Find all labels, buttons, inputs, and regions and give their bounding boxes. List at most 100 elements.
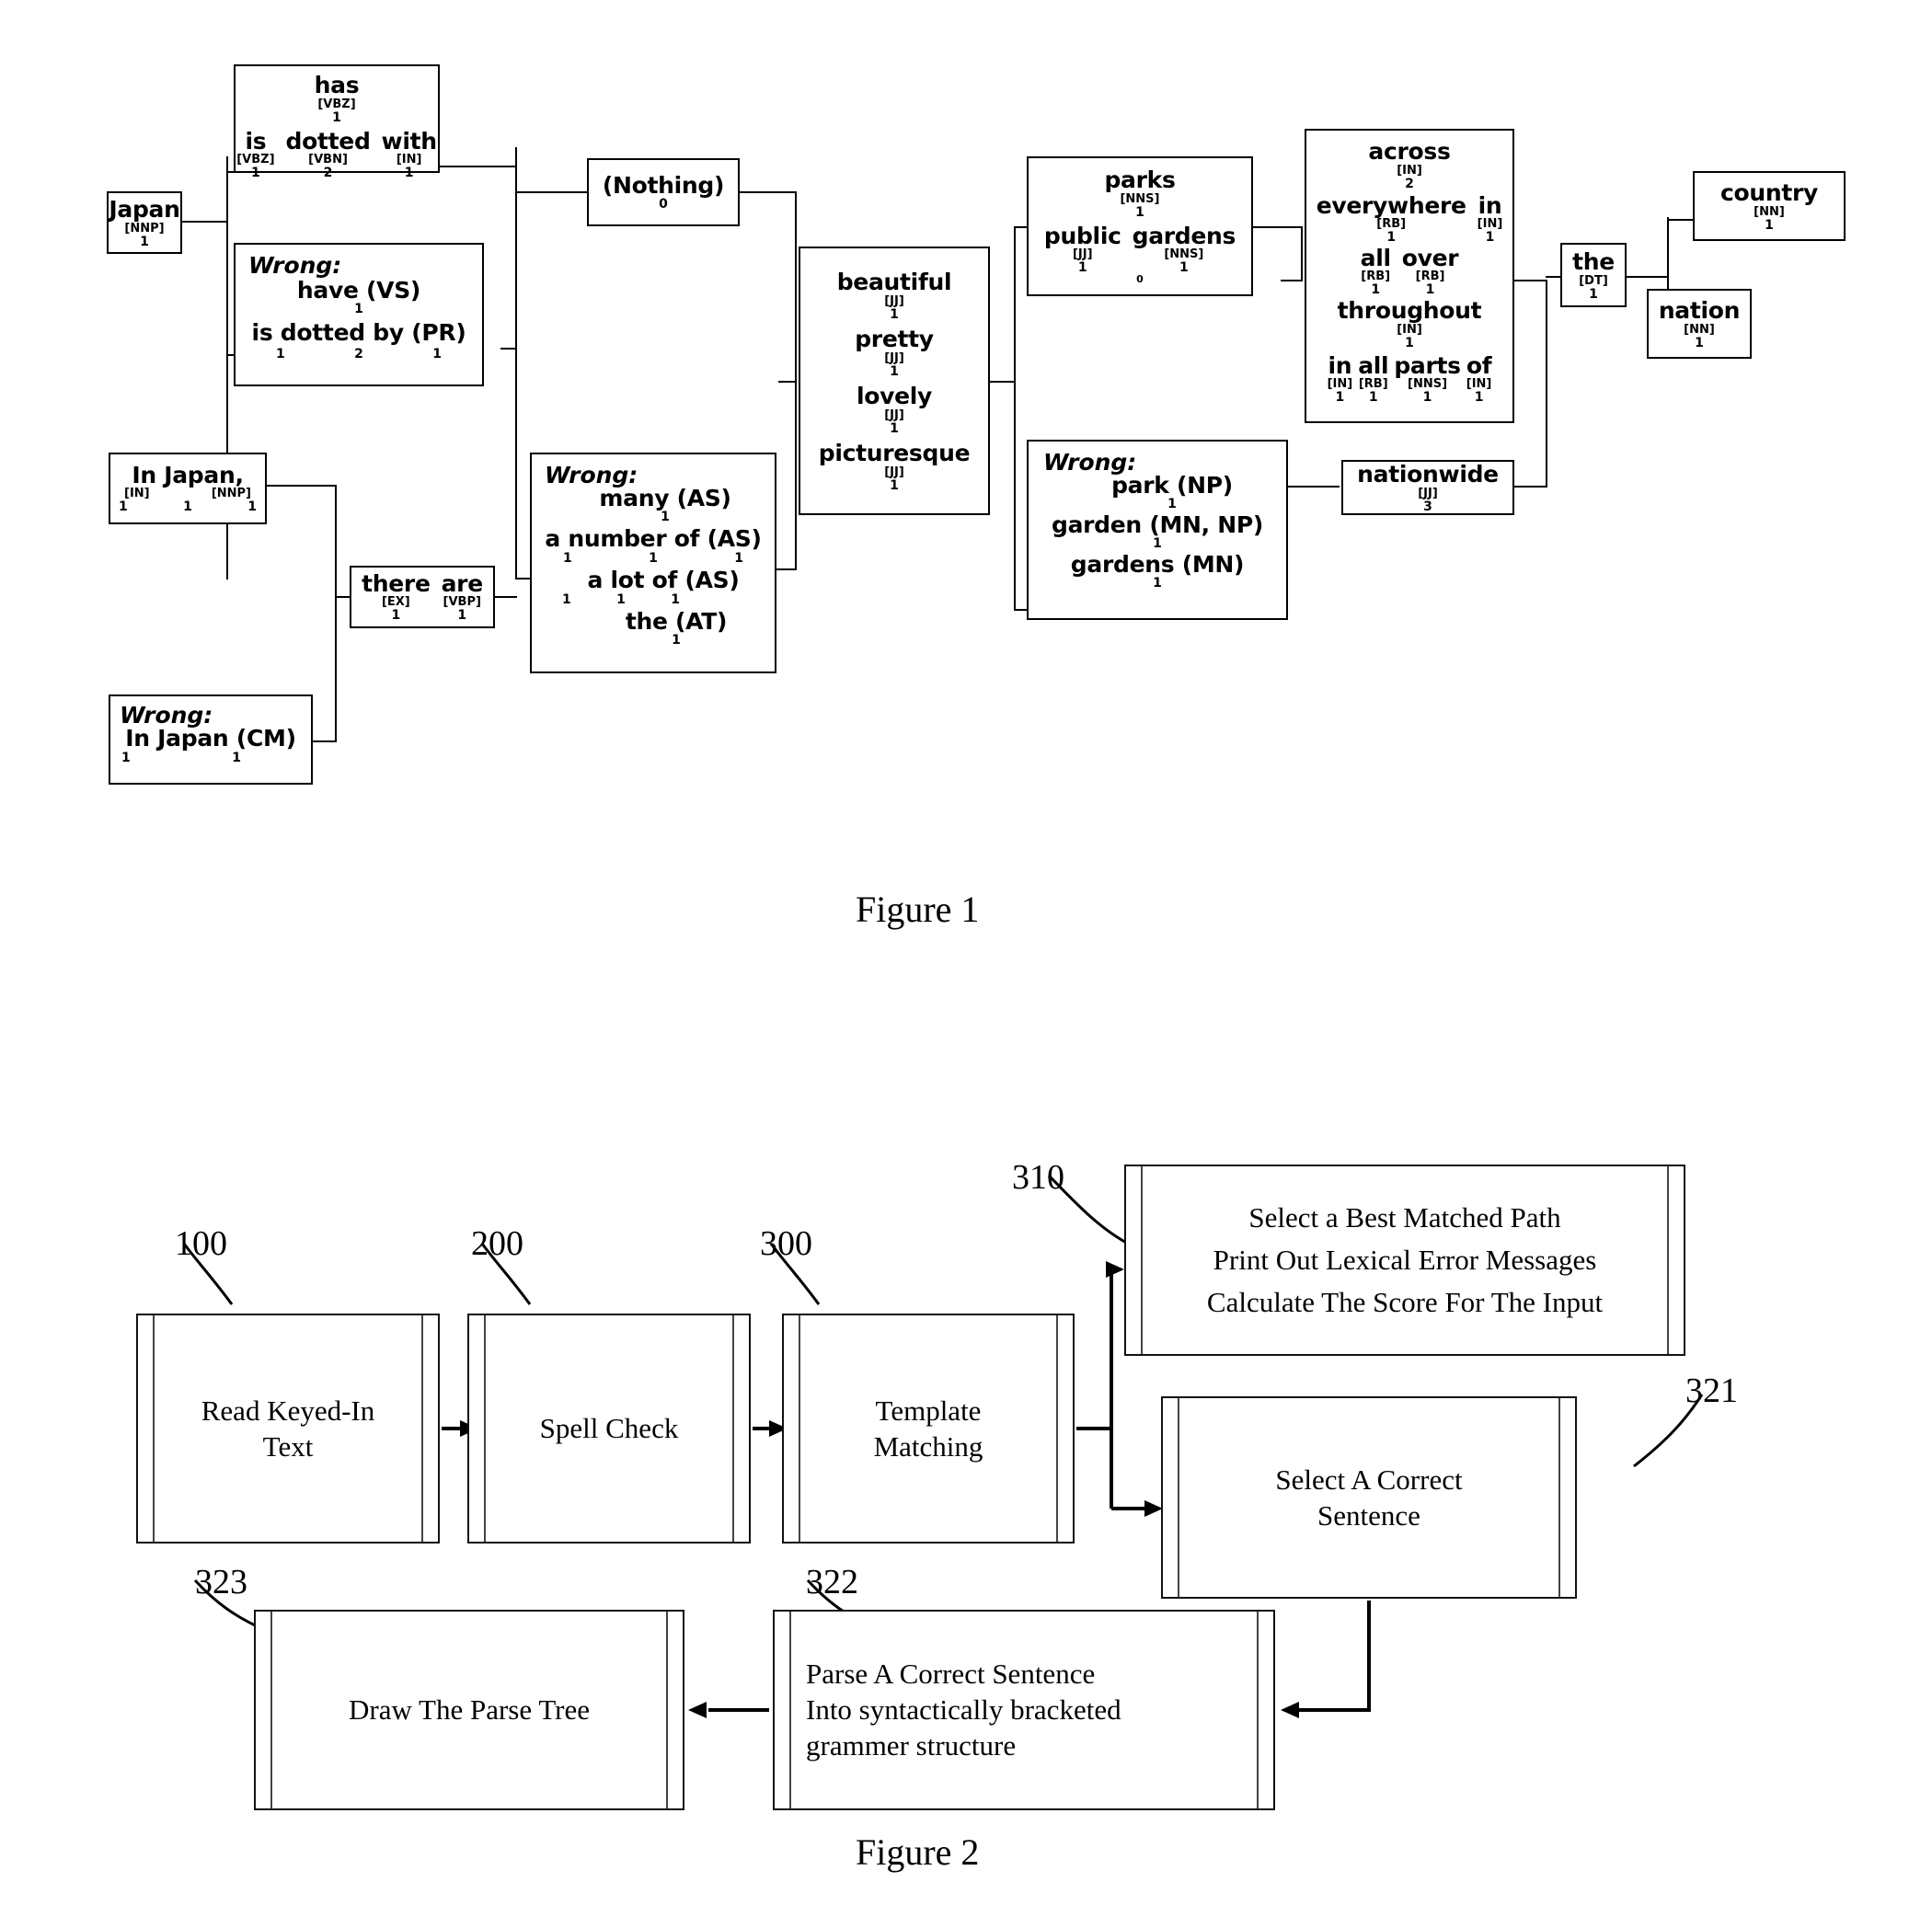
node-wrong-have-line1-count: 1	[354, 302, 363, 316]
process-read-keyed-in-text[interactable]: Read Keyed-In Text	[136, 1314, 440, 1544]
token-there-tag: [EX]	[381, 595, 410, 609]
process-template-line-1: Template	[875, 1394, 982, 1427]
token-parts-word: parts	[1394, 352, 1461, 379]
process-parse-line-1: Parse A Correct Sentence	[806, 1658, 1096, 1690]
node-wrong-many-line1: many (AS)	[599, 485, 731, 511]
count-1: 1	[276, 347, 285, 362]
process-template-lines: Template Matching	[784, 1392, 1073, 1466]
node-japan: Japan [NNP] 1	[107, 191, 182, 254]
node-wrong-park-line1: park (NP)	[1111, 472, 1233, 499]
node-nothing-count: 0	[659, 197, 668, 212]
process-select-sentence-lines: Select A Correct Sentence	[1163, 1461, 1575, 1535]
ref-label-200: 200	[471, 1224, 523, 1263]
node-wrong-many-line2: a number of (AS)	[545, 525, 762, 552]
token-is-count: 1	[251, 166, 260, 180]
token-are-word: are	[441, 570, 484, 597]
token-are: are [VBP] 1	[436, 572, 489, 622]
adjective-pretty-count: 1	[890, 363, 899, 379]
node-has-is-dotted-with: has [VBZ] 1 is [VBZ] 1 dotted [VBN] 2 wi…	[234, 64, 440, 179]
process-parse-lines: Parse A Correct Sentence Into syntactica…	[775, 1655, 1273, 1765]
token-over-count: 1	[1425, 282, 1435, 297]
adjective-picturesque-word: picturesque	[818, 439, 971, 466]
token-are-count: 1	[457, 608, 467, 623]
token-public: public [JJ] 1	[1039, 224, 1127, 274]
adjective-lovely: lovely [JJ] 1	[857, 384, 932, 435]
node-wrong-park-line3: gardens (MN)	[1070, 551, 1245, 578]
adjective-pretty-word: pretty	[855, 325, 934, 352]
token-there-count: 1	[391, 608, 401, 623]
node-nothing-word: (Nothing)	[602, 172, 725, 199]
process-draw-parse-tree[interactable]: Draw The Parse Tree	[254, 1610, 684, 1810]
process-parse-correct-sentence[interactable]: Parse A Correct Sentence Into syntactica…	[773, 1610, 1275, 1810]
process-select-sentence-line-2: Sentence	[1317, 1498, 1420, 1532]
token-with-word: with	[381, 128, 438, 155]
process-parse-line-3: grammer structure	[806, 1729, 1017, 1762]
token-gardens-word: gardens	[1132, 223, 1236, 249]
across-line3: all [RB] 1 over [RB] 1	[1355, 247, 1465, 296]
token-are-tag: [VBP]	[443, 595, 481, 609]
process-spell-check[interactable]: Spell Check	[467, 1314, 751, 1544]
node-wrong-in-japan-cm: Wrong: In Japan (CM) 1 1	[109, 694, 313, 785]
adjective-picturesque: picturesque [JJ] 1	[819, 442, 971, 492]
adjective-pretty: pretty [JJ] 1	[855, 327, 934, 378]
node-japan-tag: [NNP]	[124, 221, 165, 235]
token-is: is [VBZ] 1	[231, 130, 280, 179]
node-wrong-many-line4-count: 1	[672, 633, 681, 648]
process-select-correct-sentence[interactable]: Select A Correct Sentence	[1161, 1396, 1577, 1599]
node-is-dotted-with-row: is [VBZ] 1 dotted [VBN] 2 with [IN] 1	[231, 130, 443, 179]
token-parts-tag: [NNS]	[1408, 377, 1448, 391]
node-country-word: country	[1719, 178, 1819, 206]
adjective-lovely-count: 1	[890, 420, 899, 436]
token-gardens-count: 1	[1179, 260, 1189, 275]
token-in2-count: 1	[1335, 390, 1345, 405]
token-of: of [IN] 1	[1464, 354, 1495, 404]
node-country-tag: [NN]	[1754, 204, 1785, 219]
process-parse-line-2: Into syntactically bracketed	[806, 1693, 1121, 1726]
token-over: over [RB] 1	[1397, 247, 1465, 296]
node-wrong-in-japan-label: Wrong:	[120, 702, 213, 729]
adjective-picturesque-tag: [JJ]	[884, 465, 904, 479]
token-parts-count: 1	[1422, 390, 1432, 405]
adjective-beautiful-tag: [JJ]	[884, 293, 904, 308]
adjective-beautiful: beautiful [JJ] 1	[837, 270, 952, 321]
count-1: 1	[562, 592, 571, 607]
node-has-tag: [VBZ]	[317, 98, 356, 111]
ref-label-321: 321	[1685, 1371, 1738, 1410]
token-in-tag: [IN]	[1477, 217, 1503, 231]
token-with-count: 1	[404, 166, 414, 180]
process-template-matching[interactable]: Template Matching	[782, 1314, 1075, 1544]
across-line1: across [IN] 2	[1368, 140, 1450, 190]
node-across: across [IN] 2 everywhere [RB] 1 in [IN] …	[1305, 129, 1514, 423]
node-country: country [NN] 1	[1693, 171, 1846, 241]
node-wrong-in-japan-counts: 1 1	[121, 752, 241, 764]
tag-in: [IN]	[124, 487, 150, 500]
adjective-pretty-tag: [JJ]	[884, 350, 904, 365]
count-3: 1	[247, 499, 257, 514]
token-public-tag: [JJ]	[1072, 247, 1093, 261]
node-nationwide-tag: [JJ]	[1418, 486, 1438, 500]
count-1: 1	[121, 751, 131, 765]
node-wrong-have-line1: have (VS)	[296, 277, 421, 304]
node-adjectives: beautiful [JJ] 1 pretty [JJ] 1 lovely [J…	[799, 247, 990, 515]
token-all-word: all	[1360, 245, 1391, 271]
token-all2-count: 1	[1368, 390, 1378, 405]
adjective-beautiful-count: 1	[890, 306, 899, 322]
node-wrong-many-label: Wrong:	[545, 462, 638, 488]
node-in-japan-counts: 1 1 1	[119, 500, 257, 513]
count-3: 1	[671, 592, 680, 607]
process-best-matched-path[interactable]: Select a Best Matched Path Print Out Lex…	[1124, 1165, 1685, 1356]
node-parks-count: 1	[1135, 205, 1144, 220]
node-wrong-park-line1-count: 1	[1167, 497, 1177, 511]
node-nationwide-word: nationwide	[1357, 460, 1499, 488]
node-nation-word: nation	[1658, 296, 1741, 324]
process-read-line-2: Text	[262, 1429, 314, 1463]
node-wrong-have: Wrong: have (VS) 1 is dotted by (PR) 1 2…	[234, 243, 484, 386]
count-2: 2	[354, 347, 363, 362]
across-tag: [IN]	[1397, 164, 1422, 178]
token-of-count: 1	[1474, 390, 1484, 405]
ref-label-100: 100	[175, 1224, 227, 1263]
adjective-picturesque-count: 1	[890, 477, 899, 493]
token-all: all [RB] 1	[1355, 247, 1397, 296]
count-2: 1	[183, 499, 192, 514]
token-of-word: of	[1466, 352, 1492, 379]
